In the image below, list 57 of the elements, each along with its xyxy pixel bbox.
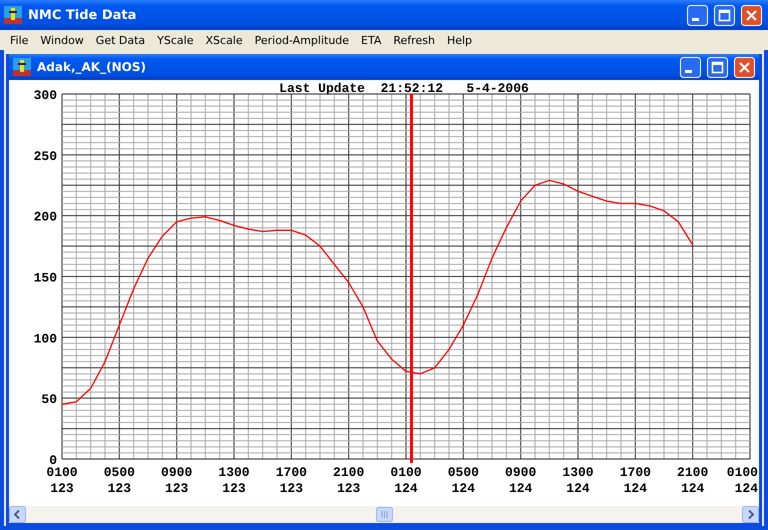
x-axis-label: 124 [394,481,418,496]
window-title: NMC Tide Data [28,8,138,22]
x-axis-label: 0500 [448,465,479,480]
scroll-thumb[interactable] [376,507,392,522]
y-axis-label: 50 [41,392,57,408]
scroll-left-button[interactable] [9,506,26,523]
x-axis-label: 0500 [104,465,135,480]
x-axis-label: 1700 [276,465,307,480]
x-axis-label: 1700 [620,465,651,480]
x-axis-label: 0900 [505,465,536,480]
x-axis-label: 124 [734,481,758,496]
maximize-button[interactable] [707,56,728,78]
menu-item[interactable]: Window [34,34,90,46]
child-window-title: Adak,_AK_(NOS) [37,60,147,74]
menu-item[interactable]: Period-Amplitude [248,34,356,46]
menu-item[interactable]: YScale [151,34,200,46]
x-axis-label: 2100 [333,465,364,480]
x-axis-label: 124 [680,481,704,496]
close-button[interactable] [741,4,762,26]
horizontal-scrollbar[interactable] [9,506,759,523]
minimize-button[interactable] [687,4,708,26]
x-axis-label: 123 [222,481,246,496]
minimize-button[interactable] [680,56,701,78]
x-axis-label: 123 [164,481,188,496]
x-axis-label: 0100 [726,465,758,480]
x-axis-label: 124 [624,481,648,496]
menu-item[interactable]: XScale [200,34,249,46]
maximize-button[interactable] [714,4,735,26]
y-axis-label: 300 [34,88,57,103]
x-axis-label: 123 [108,481,132,496]
x-axis-label: 124 [452,481,476,496]
menu-item[interactable]: Refresh [387,34,441,46]
x-axis-label: 123 [50,481,74,496]
x-axis-label: 0100 [390,465,422,480]
y-axis-label: 0 [49,453,57,468]
x-axis-label: 1300 [218,465,250,480]
menu-item[interactable]: File [4,34,34,46]
x-axis-label: 2100 [677,465,708,480]
x-axis-label: 124 [508,481,532,496]
y-axis-label: 200 [34,210,57,225]
menu-item[interactable]: Help [440,34,478,46]
app-icon [4,6,22,24]
x-axis-label: 0100 [46,465,78,480]
chart-title: Last Update 21:52:12 5-4-2006 [279,81,529,96]
close-button[interactable] [734,56,755,78]
scroll-right-button[interactable] [742,506,759,523]
y-axis-label: 150 [34,270,57,286]
menu-item[interactable]: Get Data [90,34,152,46]
x-axis-label: 124 [566,481,590,496]
x-axis-label: 123 [336,481,360,496]
y-axis-label: 100 [34,331,57,346]
x-axis-label: 0900 [161,465,192,480]
x-axis-label: 1300 [562,465,594,480]
menu-item[interactable]: ETA [355,34,388,46]
y-axis-label: 250 [34,148,57,164]
app-icon [13,58,31,76]
x-axis-label: 123 [280,481,304,496]
